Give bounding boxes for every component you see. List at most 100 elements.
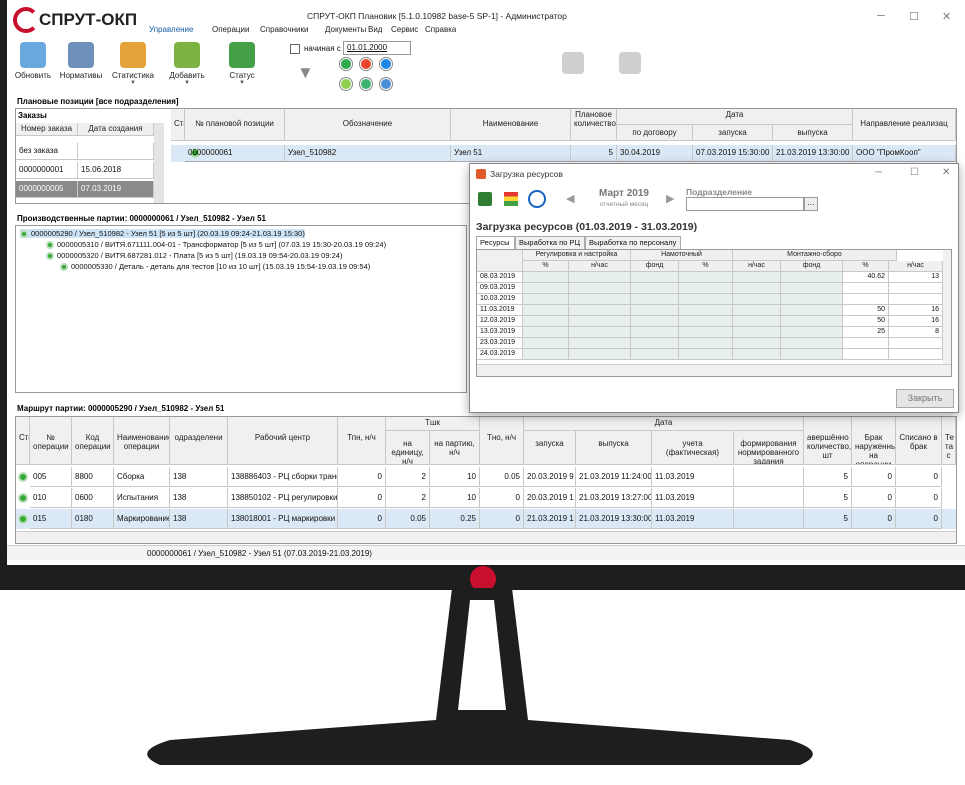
resource-group-header[interactable]: Регулировка и настройка <box>523 250 631 261</box>
route-cell-op[interactable]: 010 <box>30 488 72 508</box>
route-header-wc[interactable]: Рабочий центр <box>228 417 338 465</box>
resource-cell[interactable] <box>781 338 843 349</box>
resource-row-date[interactable]: 24.03.2019 <box>477 349 523 360</box>
binoculars-next-icon[interactable] <box>619 52 641 74</box>
header-status[interactable]: Статус <box>171 109 185 141</box>
menu-4[interactable]: Документы <box>325 25 366 34</box>
calculator-icon[interactable] <box>478 192 492 206</box>
resource-cell[interactable] <box>631 316 679 327</box>
resource-cell-hours[interactable] <box>889 349 943 360</box>
route-cell-unit[interactable]: 0.05 <box>386 509 430 529</box>
menu-6[interactable]: Сервис <box>391 25 418 34</box>
header-direction[interactable]: Направление реализац <box>853 109 956 141</box>
resource-cell-hours[interactable]: 8 <box>889 327 943 338</box>
resource-cell[interactable] <box>679 294 733 305</box>
route-header-writeoff[interactable]: Списано в брак <box>896 417 942 465</box>
route-cell-unit[interactable]: 2 <box>386 488 430 508</box>
department-browse-button[interactable]: … <box>804 197 818 211</box>
resource-cell[interactable] <box>569 316 631 327</box>
route-cell-code[interactable]: 0180 <box>72 509 114 529</box>
circle-icon[interactable] <box>528 190 546 208</box>
route-cell-defect[interactable]: 0 <box>852 509 896 529</box>
planned-cell-designation[interactable]: Узел_510982 <box>285 145 451 162</box>
route-cell-op[interactable]: 005 <box>30 467 72 487</box>
dialog-tab-2[interactable]: Выработка по РЦ <box>515 236 585 249</box>
route-header-tno[interactable]: Тно, н/ч <box>480 417 524 465</box>
tree-item[interactable]: 0000005290 / Узел_510982 - Узел 51 [5 из… <box>20 229 305 239</box>
route-cell-tpn[interactable]: 0 <box>338 467 386 487</box>
start-date-input[interactable]: 01.01.2000 <box>343 41 411 55</box>
orders-header-date[interactable]: Дата создания <box>78 123 154 136</box>
prev-month-icon[interactable]: ◀ <box>566 192 574 205</box>
start-date-checkbox[interactable] <box>290 44 300 54</box>
route-cell-tno[interactable]: 0 <box>480 509 524 529</box>
resource-subheader[interactable]: % <box>679 261 733 272</box>
route-header-extra[interactable]: Те та с <box>942 417 956 465</box>
header-name[interactable]: Наименование <box>451 109 571 141</box>
resource-cell[interactable] <box>679 338 733 349</box>
ribbon-button-1[interactable]: Обновить <box>11 42 55 94</box>
resource-cell[interactable] <box>781 272 843 283</box>
legend-icon[interactable] <box>504 192 518 206</box>
resource-row-date[interactable]: 11.03.2019 <box>477 305 523 316</box>
resource-cell[interactable] <box>569 349 631 360</box>
route-header-code[interactable]: Код операции <box>72 417 114 465</box>
resource-cell[interactable] <box>781 316 843 327</box>
route-cell-code[interactable]: 8800 <box>72 467 114 487</box>
dialog-tab-3[interactable]: Выработка по персоналу <box>585 236 681 249</box>
resource-cell[interactable] <box>679 327 733 338</box>
route-cell-batch[interactable]: 0.25 <box>430 509 480 529</box>
status-dot-icon[interactable] <box>360 78 372 90</box>
resource-cell[interactable] <box>733 272 781 283</box>
status-dot-icon[interactable] <box>340 58 352 70</box>
route-cell-wc[interactable]: 138850102 - РЦ регулировки с <box>228 488 338 508</box>
route-header-op_num[interactable]: № операции <box>30 417 72 465</box>
menu-3[interactable]: Справочники <box>260 25 308 34</box>
resource-cell[interactable] <box>631 272 679 283</box>
maximize-icon[interactable]: ☐ <box>909 10 919 23</box>
planned-cell-start[interactable]: 07.03.2019 15:30:00 <box>693 145 773 162</box>
route-cell-dept[interactable]: 138 <box>170 467 228 487</box>
resource-cell-pct[interactable]: 25 <box>843 327 889 338</box>
resource-cell[interactable] <box>733 349 781 360</box>
resource-cell-pct[interactable]: 40.62 <box>843 272 889 283</box>
ribbon-button-5[interactable]: Статус ▼ <box>220 42 264 94</box>
route-cell-wc[interactable]: 138886403 - РЦ сборки трансф <box>228 467 338 487</box>
resource-cell[interactable] <box>679 316 733 327</box>
header-qty[interactable]: Плановое количество <box>571 109 617 141</box>
resource-cell[interactable] <box>733 316 781 327</box>
resource-cell-pct[interactable] <box>843 338 889 349</box>
route-cell-batch[interactable]: 10 <box>430 467 480 487</box>
route-cell-fact[interactable]: 11.03.2019 <box>652 488 734 508</box>
resource-subheader[interactable]: % <box>523 261 569 272</box>
orders-header-num[interactable]: Номер заказа <box>16 123 78 136</box>
tree-item[interactable]: 0000005330 / Деталь - деталь для тестов … <box>60 262 370 272</box>
resource-subheader[interactable]: н/час <box>889 261 943 272</box>
header-by_contract[interactable]: по договору <box>617 125 693 141</box>
resource-cell-hours[interactable] <box>889 283 943 294</box>
route-cell-defect[interactable]: 0 <box>852 488 896 508</box>
route-cell-done[interactable]: 5 <box>804 488 852 508</box>
resource-cell[interactable] <box>569 327 631 338</box>
menu-2[interactable]: Операции <box>212 25 249 34</box>
route-cell-name[interactable]: Испытания <box>114 488 170 508</box>
menu-1[interactable]: Управление <box>149 25 193 34</box>
close-button[interactable]: Закрыть <box>896 389 954 408</box>
route-cell-tno[interactable]: 0.05 <box>480 467 524 487</box>
resource-row-date[interactable]: 13.03.2019 <box>477 327 523 338</box>
dialog-maximize-icon[interactable]: ☐ <box>910 167 919 178</box>
route-cell-code[interactable]: 0600 <box>72 488 114 508</box>
resource-cell[interactable] <box>679 283 733 294</box>
resource-cell[interactable] <box>631 305 679 316</box>
route-header-status[interactable]: Статус <box>16 417 30 465</box>
dialog-close-icon[interactable]: ✕ <box>942 167 950 178</box>
route-cell-tpn[interactable]: 0 <box>338 509 386 529</box>
resource-cell[interactable] <box>569 294 631 305</box>
resource-cell[interactable] <box>631 327 679 338</box>
resource-row-date[interactable]: 10.03.2019 <box>477 294 523 305</box>
resource-cell[interactable] <box>781 283 843 294</box>
route-cell-fact[interactable]: 11.03.2019 <box>652 467 734 487</box>
route-header-fact[interactable]: учета (фактическая) <box>652 431 734 465</box>
header-release[interactable]: выпуска <box>773 125 853 141</box>
resource-cell-pct[interactable] <box>843 349 889 360</box>
